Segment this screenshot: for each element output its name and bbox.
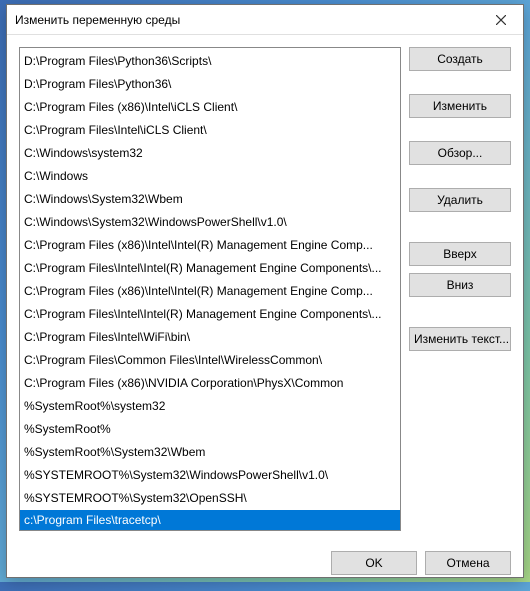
- list-item[interactable]: C:\Program Files (x86)\Intel\iCLS Client…: [20, 96, 400, 119]
- list-item[interactable]: C:\Windows\System32\Wbem: [20, 188, 400, 211]
- list-item[interactable]: C:\Program Files (x86)\NVIDIA Corporatio…: [20, 372, 400, 395]
- list-item[interactable]: C:\Program Files\Intel\WiFi\bin\: [20, 326, 400, 349]
- move-down-button[interactable]: Вниз: [409, 273, 511, 297]
- list-item[interactable]: %SYSTEMROOT%\System32\OpenSSH\: [20, 487, 400, 510]
- path-edit-input[interactable]: [20, 510, 400, 530]
- browse-button[interactable]: Обзор...: [409, 141, 511, 165]
- list-item[interactable]: %SystemRoot%\system32: [20, 395, 400, 418]
- titlebar: Изменить переменную среды: [7, 5, 523, 35]
- list-item[interactable]: C:\Program Files\Intel\Intel(R) Manageme…: [20, 303, 400, 326]
- main-area: D:\Program Files\Python36\Scripts\D:\Pro…: [19, 47, 511, 531]
- list-item[interactable]: D:\Program Files\Python36\Scripts\: [20, 50, 400, 73]
- move-up-button[interactable]: Вверх: [409, 242, 511, 266]
- dialog-footer: OK Отмена: [19, 531, 511, 579]
- edit-button[interactable]: Изменить: [409, 94, 511, 118]
- list-item-editing[interactable]: [20, 510, 400, 530]
- cancel-button[interactable]: Отмена: [425, 551, 511, 575]
- edit-text-button[interactable]: Изменить текст...: [409, 327, 511, 351]
- list-item[interactable]: C:\Program Files\Common Files\Intel\Wire…: [20, 349, 400, 372]
- list-item[interactable]: C:\Program Files\Intel\Intel(R) Manageme…: [20, 257, 400, 280]
- list-item[interactable]: %SYSTEMROOT%\System32\WindowsPowerShell\…: [20, 464, 400, 487]
- window-title: Изменить переменную среды: [15, 13, 478, 27]
- ok-button[interactable]: OK: [331, 551, 417, 575]
- dialog-window: Изменить переменную среды D:\Program Fil…: [6, 4, 524, 578]
- list-item[interactable]: C:\Windows\System32\WindowsPowerShell\v1…: [20, 211, 400, 234]
- client-area: D:\Program Files\Python36\Scripts\D:\Pro…: [7, 35, 523, 591]
- list-item[interactable]: D:\Program Files\Python36\: [20, 73, 400, 96]
- list-item[interactable]: %SystemRoot%: [20, 418, 400, 441]
- path-listbox[interactable]: D:\Program Files\Python36\Scripts\D:\Pro…: [19, 47, 401, 531]
- close-icon: [496, 15, 506, 25]
- list-item[interactable]: C:\Windows: [20, 165, 400, 188]
- list-item[interactable]: C:\Program Files (x86)\Intel\Intel(R) Ma…: [20, 234, 400, 257]
- list-item[interactable]: %SystemRoot%\System32\Wbem: [20, 441, 400, 464]
- list-item[interactable]: C:\Windows\system32: [20, 142, 400, 165]
- list-item[interactable]: C:\Program Files\Intel\iCLS Client\: [20, 119, 400, 142]
- delete-button[interactable]: Удалить: [409, 188, 511, 212]
- button-column: Создать Изменить Обзор... Удалить Вверх …: [409, 47, 511, 531]
- close-button[interactable]: [478, 5, 523, 34]
- new-button[interactable]: Создать: [409, 47, 511, 71]
- list-item[interactable]: C:\Program Files (x86)\Intel\Intel(R) Ma…: [20, 280, 400, 303]
